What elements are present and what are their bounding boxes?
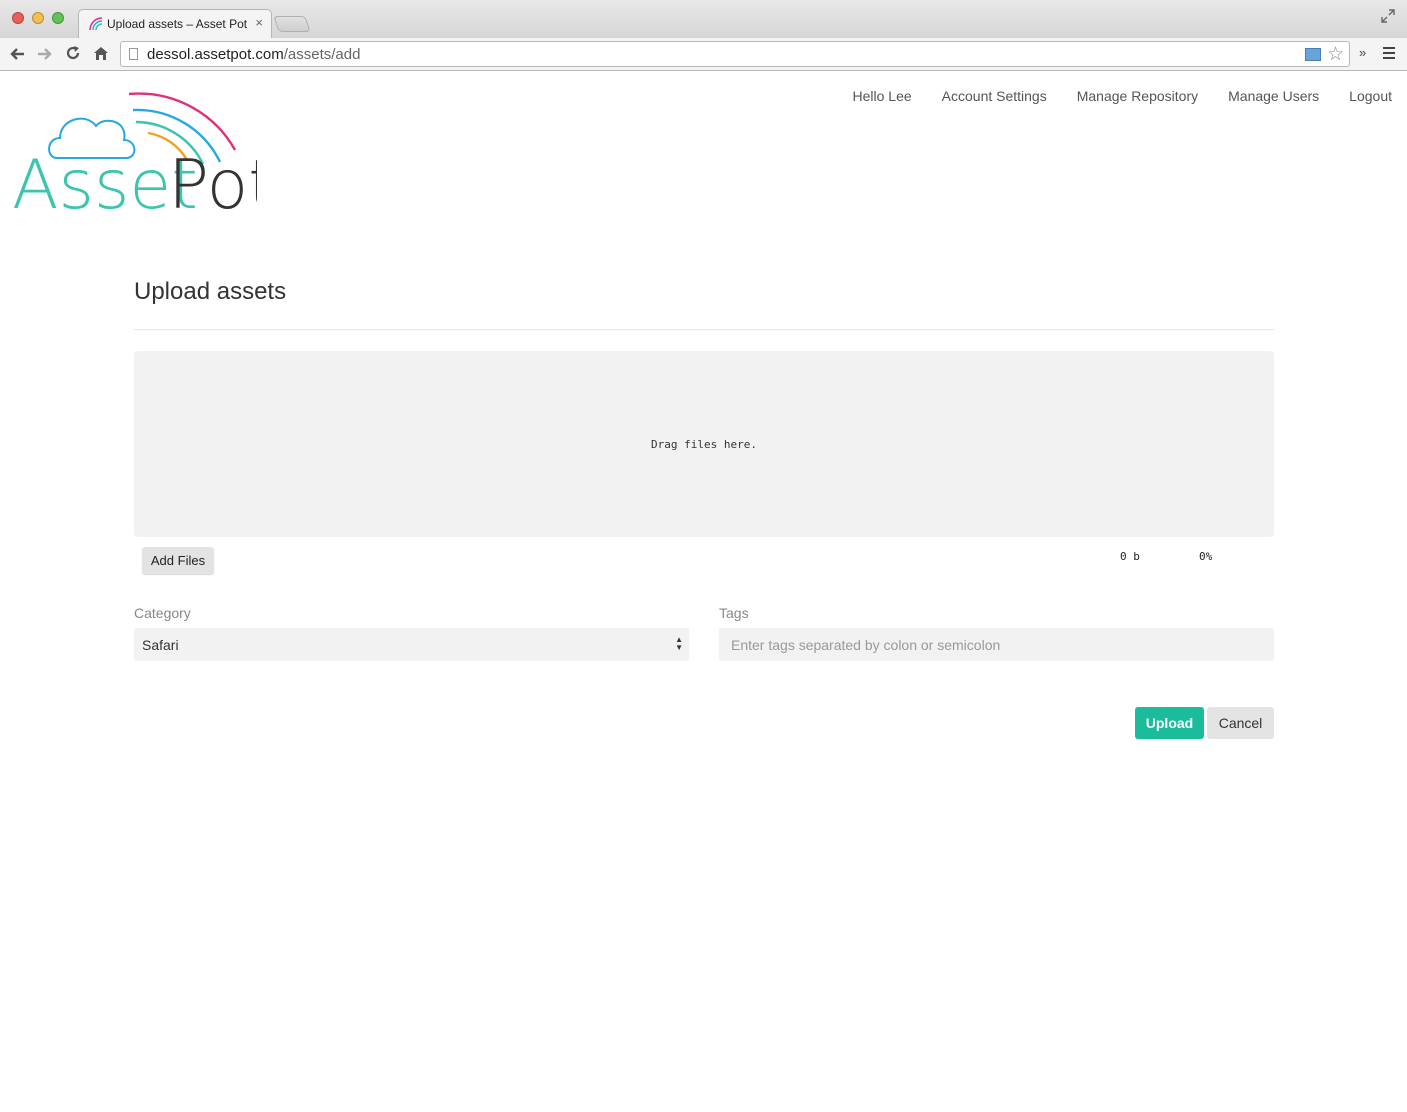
browser-tab[interactable]: Upload assets – Asset Pot × [78, 9, 272, 38]
minimize-window-button[interactable] [32, 12, 44, 24]
dropzone-text: Drag files here. [651, 438, 757, 451]
upload-progress-text: 0% [1199, 550, 1213, 563]
tab-title: Upload assets – Asset Pot [107, 17, 248, 31]
back-arrow-icon[interactable] [9, 47, 25, 61]
nav-account-settings[interactable]: Account Settings [942, 88, 1047, 104]
new-tab-button[interactable] [273, 16, 311, 32]
category-select[interactable]: Safari ▲ ▼ [134, 628, 689, 661]
url-text[interactable]: dessol.assetpot.com/assets/add [147, 46, 360, 63]
cancel-button[interactable]: Cancel [1207, 707, 1274, 739]
menu-icon[interactable] [1383, 47, 1395, 62]
tags-label: Tags [719, 605, 749, 621]
nav-hello-user[interactable]: Hello Lee [853, 88, 912, 104]
add-files-button[interactable]: Add Files [142, 547, 214, 574]
select-arrows-icon: ▲ ▼ [675, 635, 683, 652]
url-host: dessol.assetpot.com [147, 46, 284, 63]
fullscreen-icon[interactable] [1381, 9, 1395, 23]
extension-icon[interactable] [1305, 48, 1321, 61]
category-label: Category [134, 605, 191, 621]
close-window-button[interactable] [12, 12, 24, 24]
divider [134, 329, 1274, 330]
logo-text-pot: Pot [168, 146, 257, 214]
tab-close-icon[interactable]: × [255, 16, 263, 30]
nav-logout[interactable]: Logout [1349, 88, 1392, 104]
top-nav: Hello Lee Account Settings Manage Reposi… [823, 88, 1393, 104]
tags-input[interactable] [719, 628, 1274, 661]
page-title: Upload assets [134, 278, 287, 305]
page-icon [129, 48, 138, 60]
home-icon[interactable] [93, 45, 109, 61]
address-bar[interactable]: dessol.assetpot.com/assets/add ☆ [120, 41, 1350, 67]
extensions-overflow-icon[interactable]: » [1359, 45, 1366, 60]
reload-icon[interactable] [65, 45, 81, 61]
total-size-text: 0 b [1120, 550, 1140, 563]
forward-arrow-icon[interactable] [37, 47, 53, 61]
assetpot-logo[interactable]: Asset Pot [12, 84, 257, 214]
assetpot-favicon-icon [89, 17, 103, 31]
zoom-window-button[interactable] [52, 12, 64, 24]
browser-toolbar: dessol.assetpot.com/assets/add ☆ » [0, 38, 1407, 71]
upload-button[interactable]: Upload [1135, 707, 1204, 739]
url-path: /assets/add [283, 46, 361, 63]
nav-manage-users[interactable]: Manage Users [1228, 88, 1319, 104]
browser-titlebar: Upload assets – Asset Pot × [0, 0, 1407, 38]
star-icon[interactable]: ☆ [1327, 43, 1344, 66]
nav-manage-repository[interactable]: Manage Repository [1077, 88, 1198, 104]
category-selected-value: Safari [142, 637, 179, 653]
file-dropzone[interactable]: Drag files here. [134, 351, 1274, 537]
